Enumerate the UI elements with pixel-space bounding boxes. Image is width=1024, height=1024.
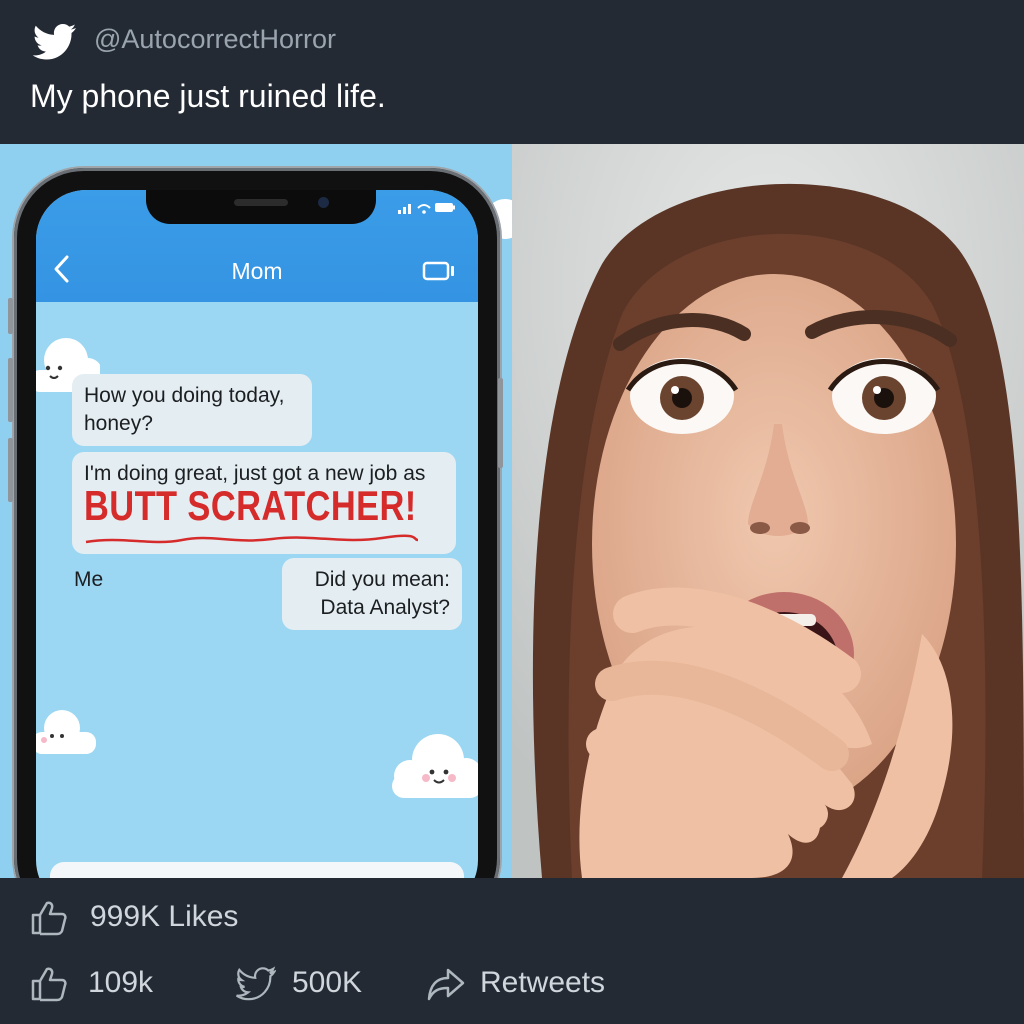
front-camera xyxy=(318,197,329,208)
phone-button xyxy=(498,378,503,468)
phone-screen: Mom How you doing today, honey? I'm doin… xyxy=(36,190,478,878)
phone-button xyxy=(8,438,13,502)
phone-button xyxy=(8,298,13,334)
tweet-handle[interactable]: @AutocorrectHorror xyxy=(94,24,336,55)
share-arrow-icon[interactable] xyxy=(426,966,466,1002)
tweet-footer: 999K Likes 109k 500K Retweets xyxy=(0,878,1024,1024)
tweet-media[interactable]: Mom How you doing today, honey? I'm doin… xyxy=(0,144,1024,878)
phone-screenshot-image: Mom How you doing today, honey? I'm doin… xyxy=(0,144,512,878)
red-underline-squiggle xyxy=(85,534,419,544)
retweets-label[interactable]: Retweets xyxy=(480,966,605,1000)
chat-contact-name: Mom xyxy=(231,258,283,284)
thumbs-up-icon[interactable] xyxy=(30,900,68,936)
cloud-decoration xyxy=(392,734,478,798)
likes-count: 999K Likes xyxy=(90,900,239,933)
message-input[interactable] xyxy=(50,862,464,878)
signal-wifi-battery-icon xyxy=(398,203,455,214)
cloud-decoration xyxy=(36,710,96,754)
sender-label: Me xyxy=(74,568,104,591)
message-bubble-received: I'm doing great, just got a new job as B… xyxy=(72,452,456,554)
status-bar-icons xyxy=(398,200,456,217)
phone-button xyxy=(8,358,13,422)
highlighted-message-text: BUTT SCRATCHER! xyxy=(84,482,417,529)
shocked-face-illustration xyxy=(512,144,1024,878)
phone-notch xyxy=(146,190,376,224)
message-bubble-sent: Did you mean: Data Analyst? xyxy=(282,558,462,630)
phone-frame: Mom How you doing today, honey? I'm doin… xyxy=(8,168,503,878)
video-call-icon[interactable] xyxy=(422,260,456,282)
shocked-woman-photo xyxy=(512,144,1024,878)
tweet-header: @AutocorrectHorror My phone just ruined … xyxy=(0,0,1024,144)
message-bubble-received: How you doing today, honey? xyxy=(72,374,312,446)
speaker-grille xyxy=(234,199,288,206)
retweet-count: 500K xyxy=(292,966,363,999)
reply-count: 109k xyxy=(88,966,154,999)
twitter-bird-icon[interactable] xyxy=(236,966,276,1002)
twitter-bird-icon xyxy=(32,24,76,60)
thumbs-up-icon[interactable] xyxy=(30,966,68,1002)
tweet-text: My phone just ruined life. xyxy=(30,78,386,114)
